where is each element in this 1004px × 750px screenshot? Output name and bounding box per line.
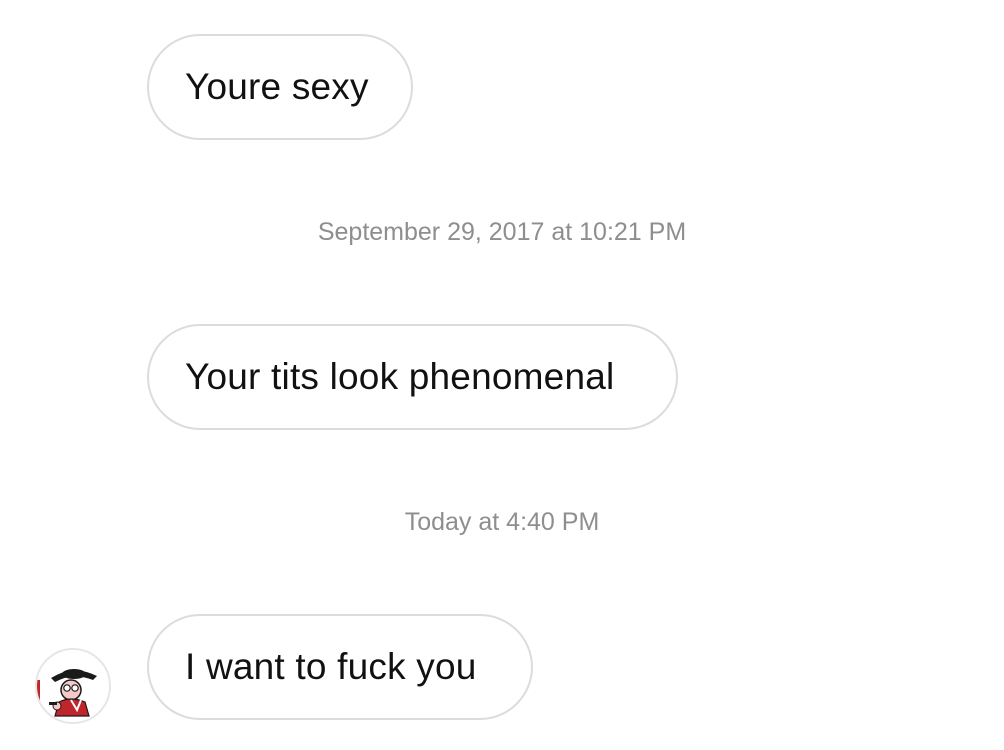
message-text: I want to fuck you: [185, 646, 477, 687]
message-timestamp: September 29, 2017 at 10:21 PM: [317, 218, 687, 246]
message-text: Your tits look phenomenal: [185, 356, 615, 397]
received-message-bubble[interactable]: I want to fuck you: [147, 614, 533, 720]
received-message-bubble[interactable]: Your tits look phenomenal: [147, 324, 678, 430]
sender-avatar[interactable]: [35, 648, 111, 724]
message-timestamp: Today at 4:40 PM: [404, 508, 600, 536]
received-message-bubble[interactable]: Youre sexy: [147, 34, 413, 140]
message-thread: Youre sexy September 29, 2017 at 10:21 P…: [0, 0, 1004, 750]
message-text: Youre sexy: [185, 66, 369, 107]
cartoon-character-avatar-icon: [37, 669, 97, 717]
